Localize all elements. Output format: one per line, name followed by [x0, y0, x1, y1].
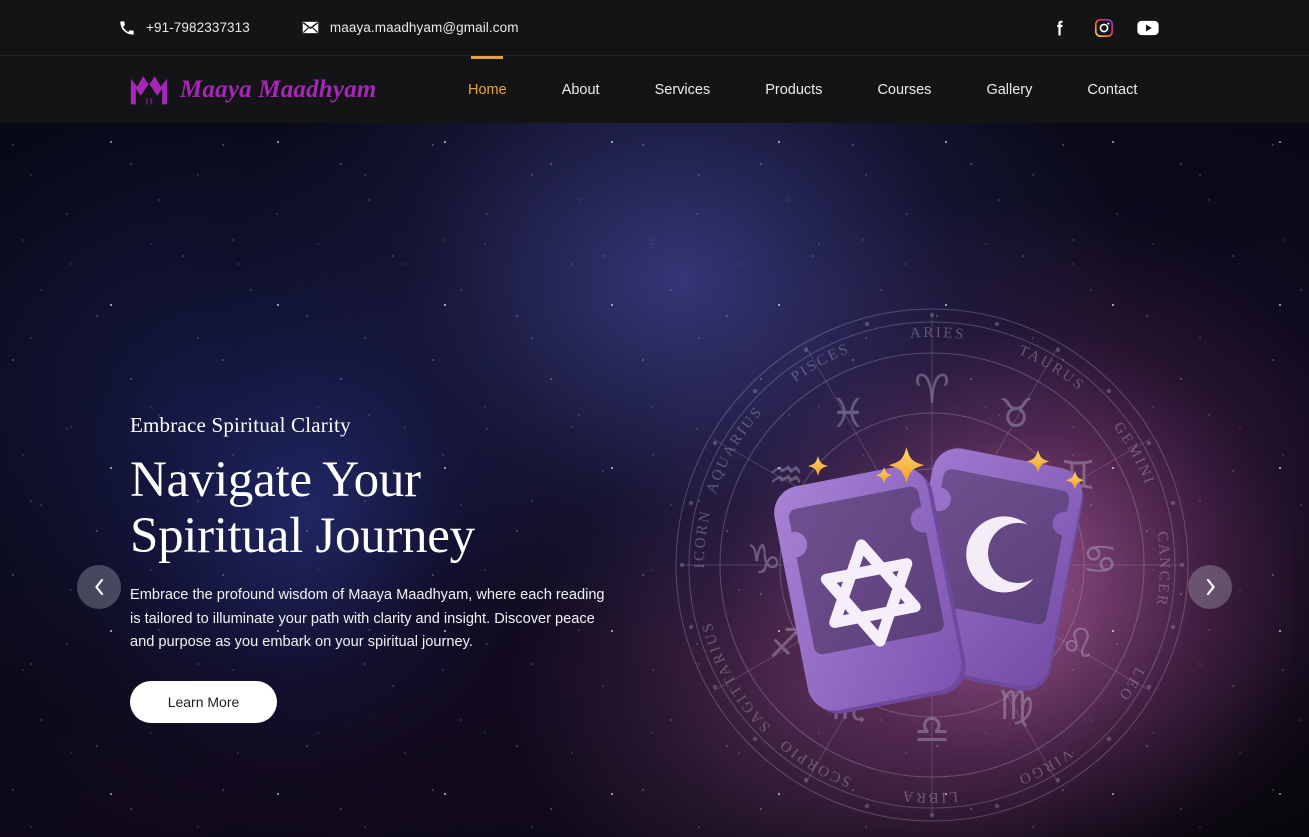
zodiac-label-virgo: VIRGO [1015, 745, 1073, 788]
crown-monogram-icon [128, 70, 170, 110]
nav-item-about[interactable]: About [562, 56, 600, 123]
svg-text:ARIES: ARIES [909, 325, 966, 343]
svg-text:TAURUS: TAURUS [1016, 343, 1088, 395]
zodiac-label-libra: LIBRA [899, 787, 956, 805]
email-contact[interactable]: maaya.maadhyam@gmail.com [302, 19, 519, 37]
youtube-icon[interactable] [1137, 17, 1159, 39]
carousel-next-button[interactable] [1188, 565, 1232, 609]
svg-text:LIBRA: LIBRA [899, 787, 958, 805]
nav-item-home[interactable]: Home [468, 56, 507, 123]
instagram-icon[interactable] [1093, 17, 1115, 39]
sparkle-small-1 [808, 456, 828, 476]
nav-item-gallery[interactable]: Gallery [986, 56, 1032, 123]
envelope-icon [302, 19, 320, 37]
tarot-cards-illustration [762, 423, 1112, 733]
zodiac-glyph-aries: ♈ [914, 367, 950, 413]
brand-logo[interactable]: Maaya Maadhyam [128, 70, 377, 110]
phone-number: +91-7982337313 [146, 20, 250, 35]
phone-icon [118, 19, 136, 37]
topbar-contact-group: +91-7982337313 maaya.maadhyam@gmail.com [118, 19, 519, 37]
svg-text:AQUARIUS: AQUARIUS [704, 403, 767, 495]
chevron-left-icon [93, 578, 106, 596]
nav-item-contact[interactable]: Contact [1087, 56, 1137, 123]
zodiac-label-aries: ARIES [909, 325, 964, 343]
hero-headline-line-1: Navigate Your [130, 452, 421, 508]
email-address: maaya.maadhyam@gmail.com [329, 20, 519, 35]
nav-item-services[interactable]: Services [655, 56, 711, 123]
phone-contact[interactable]: +91-7982337313 [118, 19, 250, 37]
zodiac-label-taurus: TAURUS [1016, 343, 1085, 395]
facebook-icon[interactable] [1049, 17, 1071, 39]
brand-name: Maaya Maadhyam [180, 75, 377, 103]
carousel-prev-button[interactable] [77, 565, 121, 609]
social-links [1049, 0, 1159, 56]
nav-item-courses[interactable]: Courses [877, 56, 931, 123]
svg-text:CANCER: CANCER [1152, 530, 1172, 608]
hero-carousel: ARIES TAURUS GEMINI CANCER LEO VIRGO LIB… [0, 123, 1309, 837]
hero-headline: Navigate Your Spiritual Journey [130, 452, 630, 564]
zodiac-label-leo: LEO [1114, 665, 1144, 705]
hero-headline-line-2: Spiritual Journey [130, 508, 475, 564]
zodiac-label-aquarius: AQUARIUS [704, 403, 764, 495]
hero-text-block: Embrace Spiritual Clarity Navigate Your … [130, 413, 630, 723]
chevron-right-icon [1204, 578, 1217, 596]
zodiac-label-scorpio: SCORPIO [776, 735, 851, 790]
zodiac-label-capricorn: CAPRICORN [642, 275, 712, 569]
learn-more-button[interactable]: Learn More [130, 680, 277, 723]
main-navigation: Home About Services Products Courses Gal… [468, 56, 1137, 123]
svg-text:SCORPIO: SCORPIO [776, 735, 854, 790]
hero-paragraph: Embrace the profound wisdom of Maaya Maa… [130, 587, 605, 650]
site-header: Maaya Maadhyam Home About Services Produ… [0, 56, 1309, 123]
top-contact-bar: +91-7982337313 maaya.maadhyam@gmail.com [0, 0, 1309, 56]
zodiac-label-cancer: CANCER [1152, 530, 1169, 608]
hero-eyebrow: Embrace Spiritual Clarity [130, 413, 351, 437]
svg-text:VIRGO: VIRGO [1015, 745, 1075, 788]
svg-text:CAPRICORN: CAPRICORN [642, 275, 714, 569]
nav-item-products[interactable]: Products [765, 56, 822, 123]
svg-text:LEO: LEO [1114, 665, 1147, 705]
